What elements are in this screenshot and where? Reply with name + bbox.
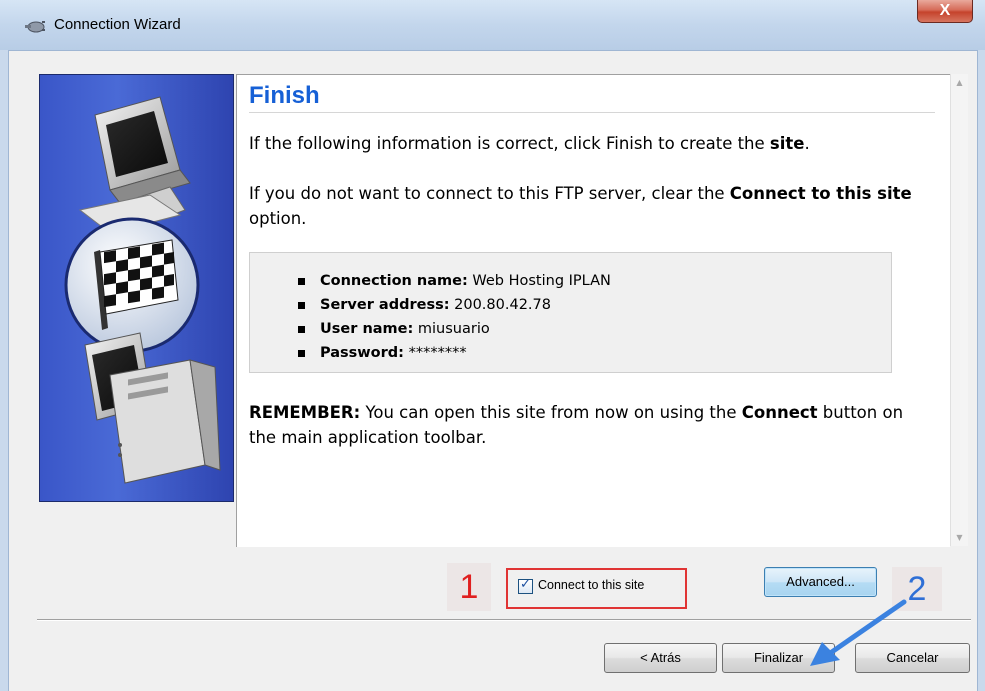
scroll-down-arrow-icon[interactable]: ▼ xyxy=(951,529,968,546)
instruction-text-2-start: If you do not want to connect to this FT… xyxy=(249,184,730,203)
window-frame-right xyxy=(977,50,985,691)
title-divider xyxy=(249,112,935,113)
detail-label: Password: xyxy=(320,345,404,361)
wizard-illustration xyxy=(39,74,234,502)
instruction-text-2-bold: Connect to this site xyxy=(729,184,912,203)
detail-value: Web Hosting IPLAN xyxy=(467,273,611,289)
title-bar[interactable]: Connection Wizard X xyxy=(0,0,985,51)
plug-icon xyxy=(25,21,45,33)
detail-value: miusuario xyxy=(413,321,490,337)
bullet-icon xyxy=(298,350,305,357)
connection-details-list: Connection name: Web Hosting IPLAN Serve… xyxy=(298,269,611,365)
vertical-scrollbar[interactable]: ▲ ▼ xyxy=(950,74,968,546)
connection-summary-box: Connection name: Web Hosting IPLAN Serve… xyxy=(249,252,892,373)
connect-checkbox[interactable]: ✓ xyxy=(518,577,533,594)
remember-text-start: You can open this site from now on using… xyxy=(360,403,742,422)
bullet-icon xyxy=(298,278,305,285)
list-item: Password: ******** xyxy=(298,341,611,365)
instruction-text-1-start: If the following information is correct,… xyxy=(249,134,770,153)
window-frame-left xyxy=(0,50,9,691)
window-title: Connection Wizard xyxy=(54,16,181,33)
detail-label: Server address: xyxy=(320,297,450,313)
list-item: User name: miusuario xyxy=(298,317,611,341)
instruction-text-1-bold: site xyxy=(769,134,805,153)
list-item: Server address: 200.80.42.78 xyxy=(298,293,611,317)
detail-value: 200.80.42.78 xyxy=(449,297,551,313)
page-title: Finish xyxy=(249,82,320,109)
back-button[interactable]: < Atrás xyxy=(604,643,717,673)
list-item: Connection name: Web Hosting IPLAN xyxy=(298,269,611,293)
connection-wizard-window: Connection Wizard X ▲ ▼ Finish If the fo… xyxy=(0,0,985,691)
remember-label: REMEMBER: xyxy=(249,403,361,422)
annotation-step-1: 1 xyxy=(459,568,479,606)
close-button[interactable]: X xyxy=(917,0,973,23)
instruction-text-1: If the following information is correct,… xyxy=(249,131,929,156)
bullet-icon xyxy=(298,326,305,333)
bullet-icon xyxy=(298,302,305,309)
instruction-text-1-end: . xyxy=(804,134,810,153)
remember-text: REMEMBER: You can open this site from no… xyxy=(249,400,929,450)
instruction-text-2-end: option. xyxy=(249,209,307,228)
detail-label: Connection name: xyxy=(320,273,468,289)
detail-label: User name: xyxy=(320,321,414,337)
close-icon: X xyxy=(939,2,951,19)
remember-connect-bold: Connect xyxy=(741,403,818,422)
annotation-arrow-icon xyxy=(810,599,907,666)
checkmark-icon: ✓ xyxy=(520,577,531,592)
detail-value: ******** xyxy=(403,345,467,361)
connect-checkbox-label[interactable]: Connect to this site xyxy=(538,578,644,592)
advanced-button[interactable]: Advanced... xyxy=(764,567,877,597)
computers-finish-flag-icon xyxy=(64,96,221,484)
scroll-up-arrow-icon[interactable]: ▲ xyxy=(951,74,968,91)
instruction-text-2: If you do not want to connect to this FT… xyxy=(249,181,929,231)
